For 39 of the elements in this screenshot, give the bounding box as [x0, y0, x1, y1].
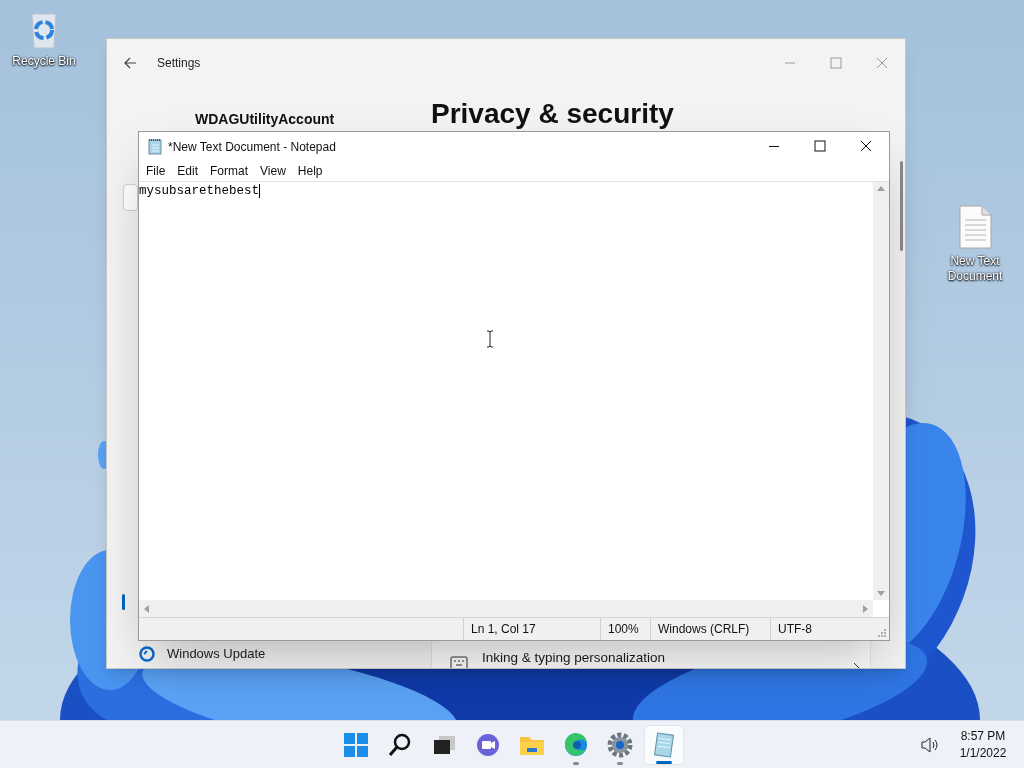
menu-item[interactable]: Help	[291, 162, 329, 180]
speaker-icon[interactable]	[920, 737, 940, 753]
vertical-scrollbar[interactable]	[873, 182, 889, 600]
status-cell: 100%	[600, 618, 650, 640]
search-field[interactable]	[123, 184, 138, 211]
sidebar-item[interactable]: Windows Update	[127, 643, 327, 665]
window-title: Settings	[157, 55, 201, 72]
clock-time[interactable]: 8:57 PM	[960, 728, 1006, 745]
settings-row[interactable]: Inking & typing personalization	[431, 639, 871, 668]
account-name: WDAGUtilityAccount	[194, 110, 336, 129]
scroll-up-icon[interactable]	[877, 185, 885, 191]
running-indicator	[573, 761, 579, 765]
selection-indicator	[122, 594, 125, 610]
back-arrow-icon[interactable]	[123, 57, 137, 69]
keyboard-icon	[450, 656, 468, 668]
typed-text: mysubsarethebest	[139, 183, 260, 199]
scrollbar-thumb[interactable]	[900, 161, 903, 251]
row-label: Inking & typing personalization	[482, 649, 666, 667]
window-title: *New Text Document - Notepad	[168, 138, 336, 156]
notepad-icon	[147, 138, 163, 155]
page-title: Privacy & security	[431, 97, 674, 131]
status-cell: UTF-8	[770, 618, 870, 640]
scroll-left-icon[interactable]	[143, 604, 149, 613]
menu-item[interactable]: File	[140, 162, 172, 180]
menu-item[interactable]: Edit	[171, 162, 205, 180]
scroll-down-icon[interactable]	[877, 591, 885, 597]
status-cell: Ln 1, Col 17	[463, 618, 600, 640]
text-caret	[259, 184, 261, 198]
status-cell: Windows (CRLF)	[650, 618, 770, 640]
menu-item[interactable]: Format	[204, 162, 255, 180]
clock-date[interactable]: 1/1/2022	[959, 745, 1007, 762]
scroll-right-icon[interactable]	[863, 604, 869, 613]
running-indicator	[656, 760, 672, 764]
running-indicator	[617, 761, 623, 765]
menu-item[interactable]: View	[254, 162, 292, 180]
update-icon	[139, 646, 155, 662]
horizontal-scrollbar[interactable]	[139, 600, 873, 617]
text-cursor-icon	[485, 330, 495, 348]
resize-grip-icon[interactable]	[877, 628, 887, 638]
